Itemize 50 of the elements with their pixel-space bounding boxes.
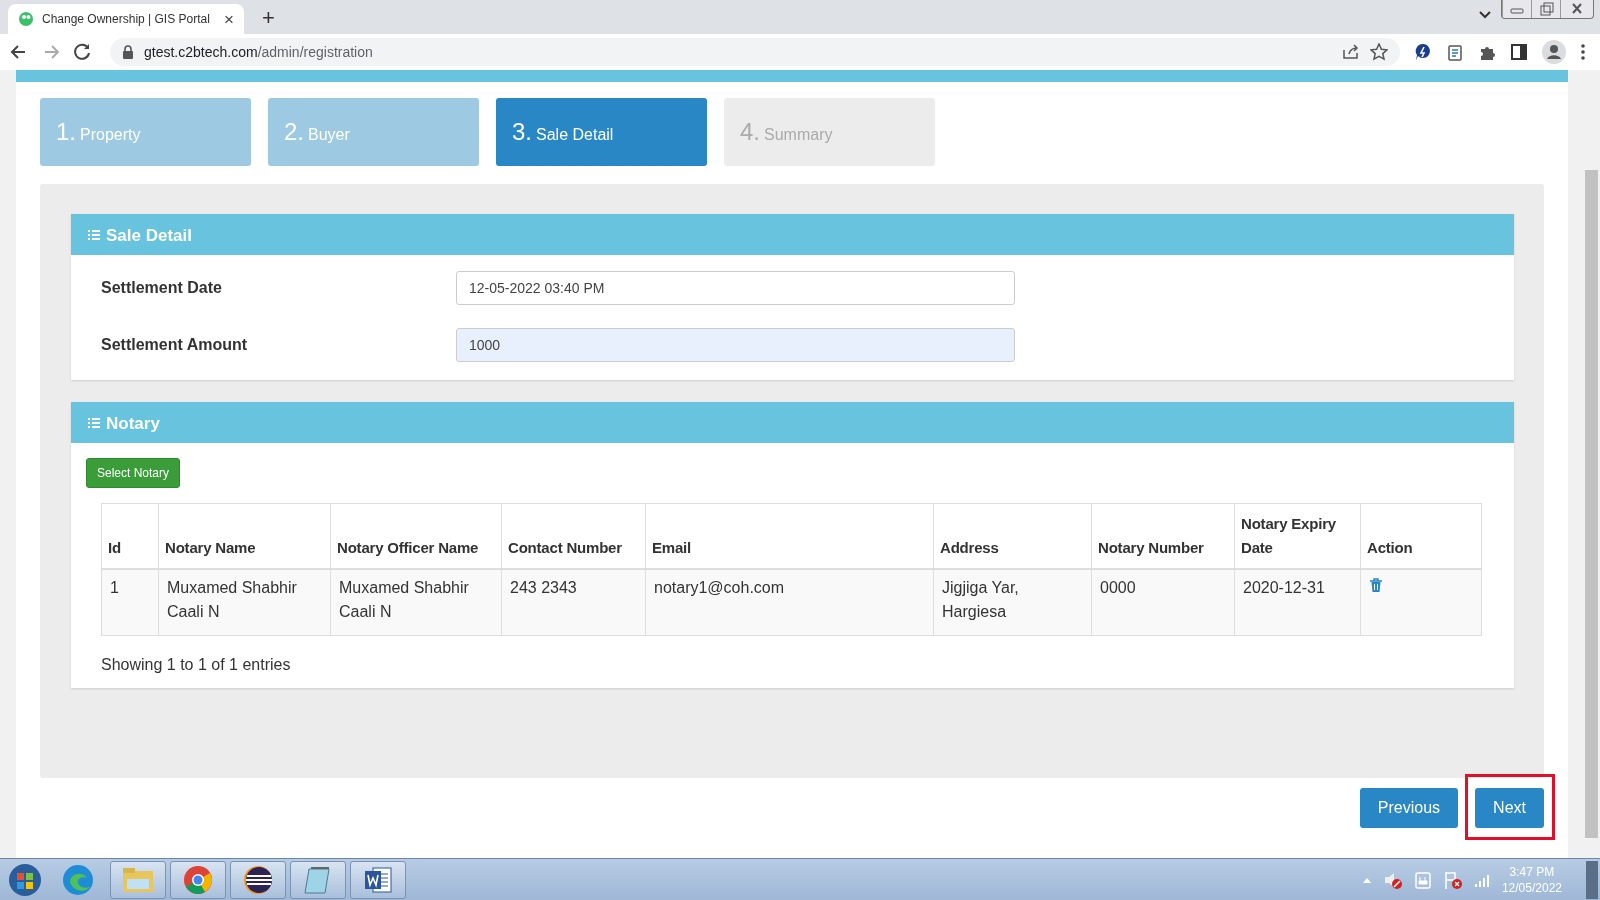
- eclipse-icon[interactable]: [230, 860, 286, 899]
- globe-icon: [18, 11, 34, 27]
- trash-icon[interactable]: [1369, 578, 1383, 593]
- select-notary-button[interactable]: Select Notary: [86, 458, 181, 488]
- wizard-step[interactable]: 4. Summary: [724, 98, 935, 166]
- table-cell: 0000: [1091, 569, 1235, 635]
- tab-title: Change Ownership | GIS Portal: [42, 12, 211, 26]
- new-tab-button[interactable]: +: [262, 7, 275, 29]
- back-icon[interactable]: [10, 43, 28, 61]
- speaker-muted-icon[interactable]: [1383, 870, 1402, 889]
- field-label: Settlement Date: [101, 278, 223, 297]
- table-cell: 2020-12-31: [1234, 569, 1361, 635]
- table-cell: Jigjiga Yar, Hargiesa: [933, 569, 1092, 635]
- clipboard-icon[interactable]: [1446, 43, 1464, 61]
- extension-icon[interactable]: [1414, 43, 1432, 61]
- field-label: Settlement Amount: [101, 335, 249, 354]
- reload-icon[interactable]: [74, 43, 92, 61]
- table-cell: 1: [101, 569, 159, 635]
- input-field[interactable]: 1000: [456, 328, 1015, 362]
- folder-icon[interactable]: [110, 860, 166, 899]
- table-cell: Muxamed Shabhir Caali N: [158, 569, 331, 635]
- browser-tab[interactable]: Change Ownership | GIS Portal ×: [8, 4, 244, 34]
- show-desktop-button[interactable]: [1586, 860, 1598, 899]
- profile-icon[interactable]: [1542, 40, 1566, 64]
- start-icon[interactable]: [8, 862, 42, 897]
- table-cell: 243 2343: [501, 569, 646, 635]
- panel-title: Notary: [106, 414, 160, 434]
- list-icon: [88, 416, 100, 429]
- previous-button[interactable]: Previous: [1359, 788, 1459, 828]
- list-icon: [88, 228, 100, 241]
- menu-icon[interactable]: [1580, 43, 1586, 61]
- clock-time: 3:47 PM: [1509, 863, 1555, 880]
- entries-info: Showing 1 to 1 of 1 entries: [101, 655, 291, 674]
- input-field[interactable]: 12-05-2022 03:40 PM: [456, 271, 1015, 305]
- url-text: gtest.c2btech.com/admin/registration: [144, 44, 373, 60]
- share-icon[interactable]: [1342, 43, 1360, 61]
- close-tab-button[interactable]: ×: [224, 10, 234, 28]
- panel-title: Sale Detail: [106, 226, 192, 246]
- table-cell: Muxamed Shabhir Caali N: [330, 569, 502, 635]
- word-icon[interactable]: [350, 860, 406, 899]
- forward-icon[interactable]: [42, 43, 60, 61]
- address-bar[interactable]: gtest.c2btech.com/admin/registration: [110, 38, 1400, 66]
- flag-error-icon[interactable]: [1443, 870, 1462, 889]
- wizard-step[interactable]: 3. Sale Detail: [496, 98, 707, 166]
- side-panel-icon[interactable]: [1510, 43, 1528, 61]
- clock-date: 12/05/2022: [1501, 879, 1562, 896]
- table-cell: notary1@coh.com: [645, 569, 934, 635]
- lock-icon: [122, 45, 134, 59]
- next-button[interactable]: Next: [1475, 788, 1544, 828]
- star-icon[interactable]: [1370, 43, 1388, 61]
